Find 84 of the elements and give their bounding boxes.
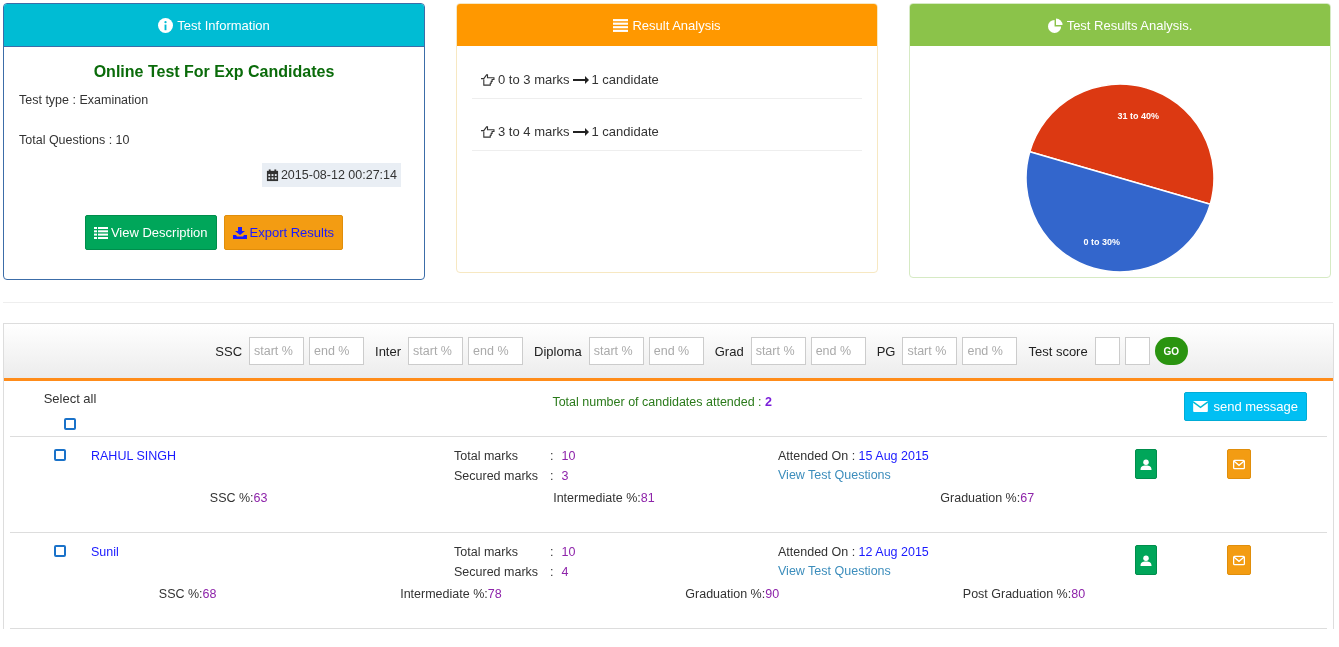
go-button[interactable]: GO xyxy=(1154,337,1188,365)
total-candidates: Total number of candidates attended : 2 xyxy=(551,394,773,409)
separator: : xyxy=(550,469,554,483)
end-field[interactable]: end % xyxy=(468,337,524,365)
view-questions-link[interactable]: View Test Questions xyxy=(778,468,891,482)
score-field[interactable] xyxy=(1124,337,1150,365)
profile-button[interactable] xyxy=(1135,545,1157,575)
filter-label: Inter xyxy=(375,343,402,359)
view-questions-link[interactable]: View Test Questions xyxy=(778,564,891,578)
secured-marks-label: Secured marks xyxy=(454,565,540,579)
percentage: Intermediate %:78 xyxy=(400,587,502,601)
start-field[interactable]: start % xyxy=(249,337,305,365)
total-marks-value: 10 xyxy=(561,545,576,559)
percentage: Graduation %:90 xyxy=(685,587,780,601)
secured-marks-value: 3 xyxy=(561,469,569,483)
total-questions: Total Questions : 10 xyxy=(19,133,131,147)
pie-chart-icon xyxy=(1047,17,1063,33)
filter-label: SSC xyxy=(215,343,243,359)
score-field[interactable] xyxy=(1094,337,1120,365)
export-results-button[interactable]: Export Results xyxy=(223,215,344,250)
percentage: Graduation %:67 xyxy=(940,491,1035,505)
filter-label: Test score xyxy=(1028,343,1088,359)
percentage: SSC %:68 xyxy=(158,587,217,601)
message-button[interactable] xyxy=(1227,545,1251,575)
select-all-checkbox[interactable] xyxy=(64,418,76,430)
secured-marks-label: Secured marks xyxy=(454,469,540,483)
filter-label: Diploma xyxy=(534,343,582,359)
calendar-icon xyxy=(265,168,279,182)
separator: : xyxy=(550,565,554,579)
start-field[interactable]: start % xyxy=(902,337,958,365)
candidate-name[interactable]: Sunil xyxy=(91,545,454,559)
test-title: Online Test For Exp Candidates xyxy=(92,63,336,81)
percentage: SSC %:63 xyxy=(209,491,268,505)
row-checkbox[interactable] xyxy=(54,545,66,557)
profile-button[interactable] xyxy=(1135,449,1157,479)
end-field[interactable]: end % xyxy=(962,337,1018,365)
user-icon xyxy=(1140,458,1152,470)
slice-label: 31 to 40% xyxy=(1117,110,1160,121)
percentage: Intermediate %:81 xyxy=(553,491,655,505)
start-field[interactable]: start % xyxy=(588,337,644,365)
percentage: Post Graduation %:80 xyxy=(962,587,1086,601)
user-icon xyxy=(1140,554,1152,566)
download-icon xyxy=(232,226,247,239)
end-field[interactable]: end % xyxy=(648,337,704,365)
count-label: 1 candidate xyxy=(591,124,659,139)
view-description-button[interactable]: View Description xyxy=(84,215,217,250)
envelope-icon xyxy=(1233,554,1245,566)
count-label: 1 candidate xyxy=(591,72,659,87)
attended-on: Attended On : 12 Aug 2015 xyxy=(778,545,930,559)
select-all-label: Select all xyxy=(43,391,97,406)
end-field[interactable]: end % xyxy=(309,337,365,365)
card-title: Test Results Analysis. xyxy=(1066,17,1193,33)
card-title: Test Information xyxy=(177,17,270,33)
total-marks-label: Total marks xyxy=(454,545,519,559)
start-field[interactable]: start % xyxy=(408,337,464,365)
envelope-icon xyxy=(1233,458,1245,470)
list-icon xyxy=(93,226,108,239)
filter-label: PG xyxy=(876,343,896,359)
row-checkbox[interactable] xyxy=(54,449,66,461)
pointing-hand-icon xyxy=(480,73,495,86)
arrow-icon xyxy=(572,75,589,84)
send-message-button[interactable]: send message xyxy=(1184,392,1307,421)
message-button[interactable] xyxy=(1227,449,1251,479)
range-label: 0 to 3 marks xyxy=(498,72,570,87)
test-type: Test type : Examination xyxy=(19,93,150,107)
total-marks-label: Total marks xyxy=(454,449,519,463)
filter-label: Grad xyxy=(714,343,744,359)
separator: : xyxy=(550,449,554,463)
info-icon xyxy=(158,17,174,33)
date-label: 2015-08-12 00:27:14 xyxy=(261,163,401,187)
separator: : xyxy=(550,545,554,559)
envelope-icon xyxy=(1193,401,1209,412)
range-label: 3 to 4 marks xyxy=(498,124,570,139)
attended-on: Attended On : 15 Aug 2015 xyxy=(778,449,930,463)
total-marks-value: 10 xyxy=(561,449,576,463)
card-title: Result Analysis xyxy=(632,17,721,33)
pointing-hand-icon xyxy=(480,125,495,138)
arrow-icon xyxy=(572,127,589,136)
end-field[interactable]: end % xyxy=(810,337,866,365)
lines-icon xyxy=(613,17,629,33)
start-field[interactable]: start % xyxy=(750,337,806,365)
secured-marks-value: 4 xyxy=(561,565,569,579)
slice-label: 0 to 30% xyxy=(1083,237,1120,248)
candidate-name[interactable]: RAHUL SINGH xyxy=(91,449,454,463)
